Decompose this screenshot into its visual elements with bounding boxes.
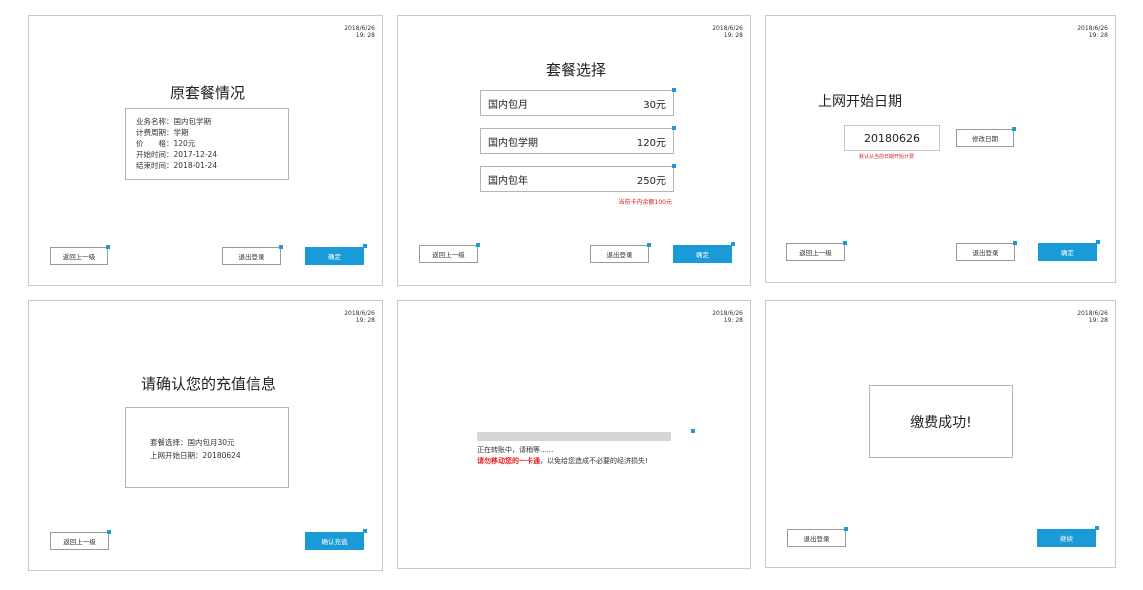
marker-icon xyxy=(363,529,367,533)
page-title: 请确认您的充值信息 xyxy=(141,375,277,393)
marker-icon xyxy=(672,164,676,168)
confirm-recharge-button[interactable]: 确认充值 xyxy=(305,529,367,550)
marker-icon xyxy=(107,530,111,534)
marker-icon xyxy=(1095,526,1099,530)
transfer-status-text: 正在转账中，请稍等...... xyxy=(477,446,554,454)
back-button[interactable]: 返回上一级 xyxy=(419,243,480,263)
screen-transfer-progress: 2018/6/26 19: 28 正在转账中，请稍等...... 请勿移动您的一… xyxy=(397,300,751,569)
success-message-box: 缴费成功! xyxy=(869,385,1013,458)
info-start-time: 开始时间：2017-12-24 xyxy=(136,150,218,159)
info-price: 价 格：120元 xyxy=(136,139,196,148)
start-date-field[interactable]: 20180626 xyxy=(844,125,940,151)
logout-button[interactable]: 退出登录 xyxy=(787,527,848,547)
package-option-yearly[interactable]: 国内包年 250元 xyxy=(480,164,676,192)
progress-bar xyxy=(477,432,671,441)
screen-payment-success: 2018/6/26 19: 28 缴费成功! 退出登录 继续 xyxy=(765,300,1116,568)
screen-confirm-recharge: 2018/6/26 19: 28 请确认您的充值信息 套餐选择：国内包月30元 … xyxy=(28,300,383,571)
marker-icon xyxy=(1013,241,1017,245)
timestamp: 2018/6/26 19: 28 xyxy=(1077,310,1108,324)
confirm-info-box: 套餐选择：国内包月30元 上网开始日期：20180624 xyxy=(125,407,289,488)
back-button[interactable]: 返回上一级 xyxy=(50,245,110,265)
success-message: 缴费成功! xyxy=(910,414,972,431)
marker-icon xyxy=(1096,240,1100,244)
logout-button[interactable]: 退出登录 xyxy=(956,241,1017,261)
marker-icon xyxy=(647,243,651,247)
package-option-monthly[interactable]: 国内包月 30元 xyxy=(480,88,676,116)
marker-icon xyxy=(691,429,695,433)
marker-icon xyxy=(672,88,676,92)
back-button[interactable]: 返回上一级 xyxy=(50,530,111,550)
marker-icon xyxy=(844,527,848,531)
back-button[interactable]: 返回上一级 xyxy=(786,241,847,261)
ok-button[interactable]: 确定 xyxy=(673,242,735,263)
marker-icon xyxy=(106,245,110,249)
info-end-time: 结束时间：2018-01-24 xyxy=(136,161,218,170)
continue-button[interactable]: 继续 xyxy=(1037,526,1099,547)
screen-start-date: 2018/6/26 19: 28 上网开始日期 20180626 默认从当前日期… xyxy=(765,15,1116,283)
date-note: 默认从当前日期开始计费 xyxy=(859,154,915,160)
marker-icon xyxy=(1012,127,1016,131)
ok-button[interactable]: 确定 xyxy=(305,244,367,265)
timestamp: 2018/6/26 19: 28 xyxy=(344,25,375,39)
marker-icon xyxy=(279,245,283,249)
marker-icon xyxy=(843,241,847,245)
info-business-name: 业务名称：国内包学期 xyxy=(136,117,211,126)
page-title: 套餐选择 xyxy=(546,61,607,79)
timestamp: 2018/6/26 19: 28 xyxy=(712,25,743,39)
marker-icon xyxy=(476,243,480,247)
screen-package-select: 2018/6/26 19: 28 套餐选择 国内包月 30元 国内包学期 120… xyxy=(397,15,751,286)
logout-button[interactable]: 退出登录 xyxy=(222,245,283,265)
modify-date-button[interactable]: 修改日期 xyxy=(956,127,1016,147)
transfer-warning: 请勿移动您的一卡通，以免给您造成不必要的经济损失! xyxy=(477,457,648,465)
screen-original-package: 2018/6/26 19: 28 原套餐情况 业务名称：国内包学期 计费周期：学… xyxy=(28,15,383,286)
page-title: 上网开始日期 xyxy=(818,94,902,110)
timestamp: 2018/6/26 19: 28 xyxy=(712,310,743,324)
info-billing-cycle: 计费周期：学期 xyxy=(136,128,189,137)
timestamp: 2018/6/26 19: 28 xyxy=(1077,25,1108,39)
package-option-semester[interactable]: 国内包学期 120元 xyxy=(480,126,676,154)
ok-button[interactable]: 确定 xyxy=(1038,240,1100,261)
info-package: 套餐选择：国内包月30元 xyxy=(150,438,235,447)
timestamp: 2018/6/26 19: 28 xyxy=(344,310,375,324)
balance-note: 当前卡内余额100元 xyxy=(618,199,672,206)
info-start-date: 上网开始日期：20180624 xyxy=(150,451,241,460)
logout-button[interactable]: 退出登录 xyxy=(590,243,651,263)
marker-icon xyxy=(363,244,367,248)
marker-icon xyxy=(672,126,676,130)
package-info-box: 业务名称：国内包学期 计费周期：学期 价 格：120元 开始时间：2017-12… xyxy=(125,108,289,180)
page-title: 原套餐情况 xyxy=(170,84,246,102)
marker-icon xyxy=(731,242,735,246)
